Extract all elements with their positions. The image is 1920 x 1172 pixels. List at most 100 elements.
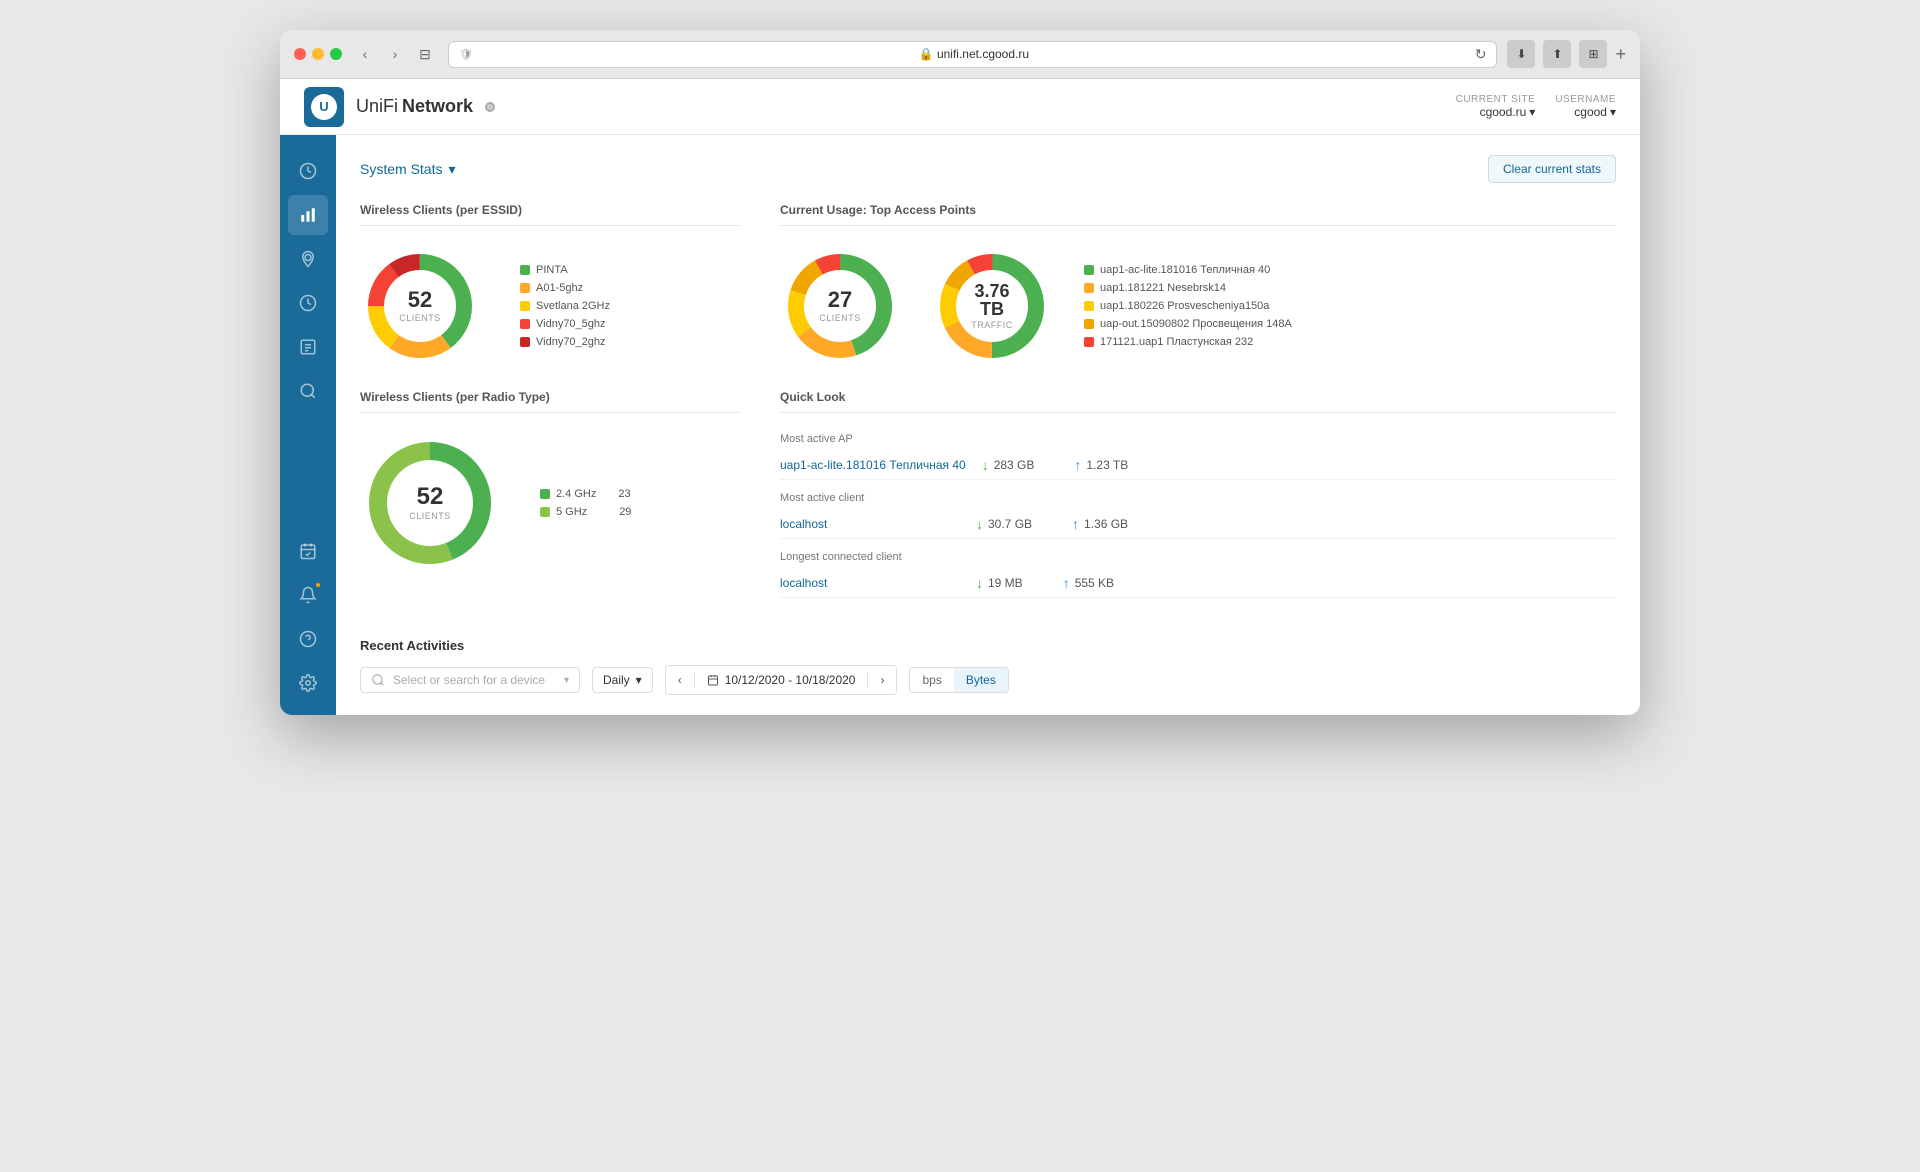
logo-icon: U [311,94,337,120]
sidebar-item-help[interactable] [288,619,328,659]
sidebar-item-statistics[interactable] [288,195,328,235]
ap-legend-item-4: uap-out.15090802 Просвещения 148А [1084,318,1292,330]
notification-badge-dot [314,581,322,589]
top-ap-section: Current Usage: Top Access Points [780,203,1616,366]
most-active-ap-ul-value: 1.23 TB [1086,458,1128,472]
current-site-info: CURRENT SITE cgood.ru ▾ [1456,94,1536,119]
address-bar[interactable]: 🛡 🔒 unifi.net.cgood.ru ↻ [448,41,1497,68]
top-ap-title: Current Usage: Top Access Points [780,203,1616,226]
quick-look-section: Quick Look Most active AP uap1-ac-lite.1… [780,390,1616,610]
quick-look-content: Most active AP uap1-ac-lite.181016 Тепли… [780,433,1616,598]
recent-activities-section: Recent Activities Select or search for a… [360,638,1616,695]
ap3-legend-dot [1084,301,1094,311]
browser-window: ‹ › ⊟ 🛡 🔒 unifi.net.cgood.ru ↻ ⬇ ⬆ ⊞ + U… [280,30,1640,715]
longest-connected-label: Longest connected client [780,551,1616,563]
top-row: Wireless Clients (per ESSID) [360,203,1616,366]
url-display: 🔒 unifi.net.cgood.ru [481,47,1467,61]
system-stats-button[interactable]: System Stats ▾ [360,161,456,178]
add-bookmark-button[interactable]: ⊞ [1579,40,1607,68]
period-value: Daily [603,673,630,687]
legend-item-pinta: PINTA [520,264,610,276]
close-button[interactable] [294,48,306,60]
notifications-icon [299,586,317,604]
sidebar-item-reports[interactable] [288,327,328,367]
ap-clients-number: 27 [819,289,861,311]
forward-button[interactable]: › [382,41,408,67]
clear-stats-button[interactable]: Clear current stats [1488,155,1616,183]
recent-activities-title: Recent Activities [360,638,1616,653]
5ghz-legend-dot [540,507,550,517]
longest-connected-name[interactable]: localhost [780,576,960,590]
current-site-value[interactable]: cgood.ru ▾ [1480,105,1536,119]
24ghz-label: 2.4 GHz [556,488,596,500]
sidebar-item-settings[interactable] [288,663,328,703]
radio-total-number: 52 [409,485,451,509]
insights-icon [299,382,317,400]
essid-total-label: CLIENTS [399,313,441,323]
most-active-client-row: localhost ↓ 30.7 GB ↑ 1.36 GB [780,510,1616,539]
date-next-button[interactable]: › [868,666,896,694]
longest-connected-download: ↓ 19 MB [976,575,1023,591]
tab-view-button[interactable]: ⊟ [412,41,438,67]
network-text: Network [402,96,473,117]
date-prev-button[interactable]: ‹ [666,666,694,694]
quick-look-title: Quick Look [780,390,1616,413]
svetlana-label: Svetlana 2GHz [536,300,610,312]
date-range-value: 10/12/2020 - 10/18/2020 [725,673,856,687]
download-button[interactable]: ⬇ [1507,40,1535,68]
most-active-client-section: Most active client localhost ↓ 30.7 GB [780,492,1616,539]
radio-donut-center: 52 CLIENTS [409,485,451,521]
device-search-input[interactable]: Select or search for a device ▾ [360,667,580,693]
back-button[interactable]: ‹ [352,41,378,67]
share-button[interactable]: ⬆ [1543,40,1571,68]
essid-legend: PINTA A01-5ghz Svetlana 2GHz [520,264,610,348]
wireless-per-essid-chart-row: 52 CLIENTS PINTA [360,246,740,366]
ap-legend-item-1: uap1-ac-lite.181016 Тепличная 40 [1084,264,1292,276]
sidebar-item-insights[interactable] [288,371,328,411]
app-body: System Stats ▾ Clear current stats Wirel… [280,135,1640,715]
system-stats-label: System Stats [360,161,442,177]
new-tab-button[interactable]: + [1615,44,1626,65]
5ghz-count: 29 [619,506,631,518]
legend-item-a01: A01-5ghz [520,282,610,294]
ap5-legend-dot [1084,337,1094,347]
longest-connected-ul-value: 555 KB [1075,576,1114,590]
most-active-client-name[interactable]: localhost [780,517,960,531]
ap1-label: uap1-ac-lite.181016 Тепличная 40 [1100,264,1270,276]
username-value[interactable]: cgood ▾ [1574,105,1616,119]
wireless-per-essid-title: Wireless Clients (per ESSID) [360,203,740,226]
sidebar-item-notifications[interactable] [288,575,328,615]
date-display: 10/12/2020 - 10/18/2020 [694,673,869,687]
legend-item-24ghz: 2.4 GHz 23 [540,488,631,500]
ap-traffic-number: 3.76 TB [962,282,1022,318]
top-ap-legend: uap1-ac-lite.181016 Тепличная 40 uap1.18… [1084,264,1292,348]
fullscreen-button[interactable] [330,48,342,60]
pinta-label: PINTA [536,264,568,276]
a01-legend-dot [520,283,530,293]
device-search-chevron-icon: ▾ [564,675,569,686]
site-dropdown-icon: ▾ [1529,105,1535,119]
app-name: UniFi Network [356,96,473,117]
lc-upload-arrow-icon: ↑ [1063,575,1070,591]
system-stats-chevron-icon: ▾ [448,161,455,178]
minimize-button[interactable] [312,48,324,60]
ap-legend-item-5: 171121.uap1 Пластунская 232 [1084,336,1292,348]
bytes-unit-button[interactable]: Bytes [954,668,1008,692]
most-active-client-download: ↓ 30.7 GB [976,516,1032,532]
sidebar-item-dashboard[interactable] [288,151,328,191]
wireless-per-essid-section: Wireless Clients (per ESSID) [360,203,740,366]
bps-unit-button[interactable]: bps [910,668,953,692]
map-icon [299,250,317,268]
sidebar-item-events[interactable] [288,283,328,323]
sidebar-item-schedule[interactable] [288,531,328,571]
period-select[interactable]: Daily ▾ [592,667,653,693]
vidny2-label: Vidny70_2ghz [536,336,606,348]
most-active-ap-dl-value: 283 GB [994,458,1035,472]
most-active-ap-name[interactable]: uap1-ac-lite.181016 Тепличная 40 [780,458,966,472]
client-upload-arrow-icon: ↑ [1072,516,1079,532]
sidebar-item-map[interactable] [288,239,328,279]
legend-item-vidny2: Vidny70_2ghz [520,336,610,348]
reload-button[interactable]: ↻ [1475,46,1487,63]
main-content: System Stats ▾ Clear current stats Wirel… [336,135,1640,715]
reports-icon [299,338,317,356]
